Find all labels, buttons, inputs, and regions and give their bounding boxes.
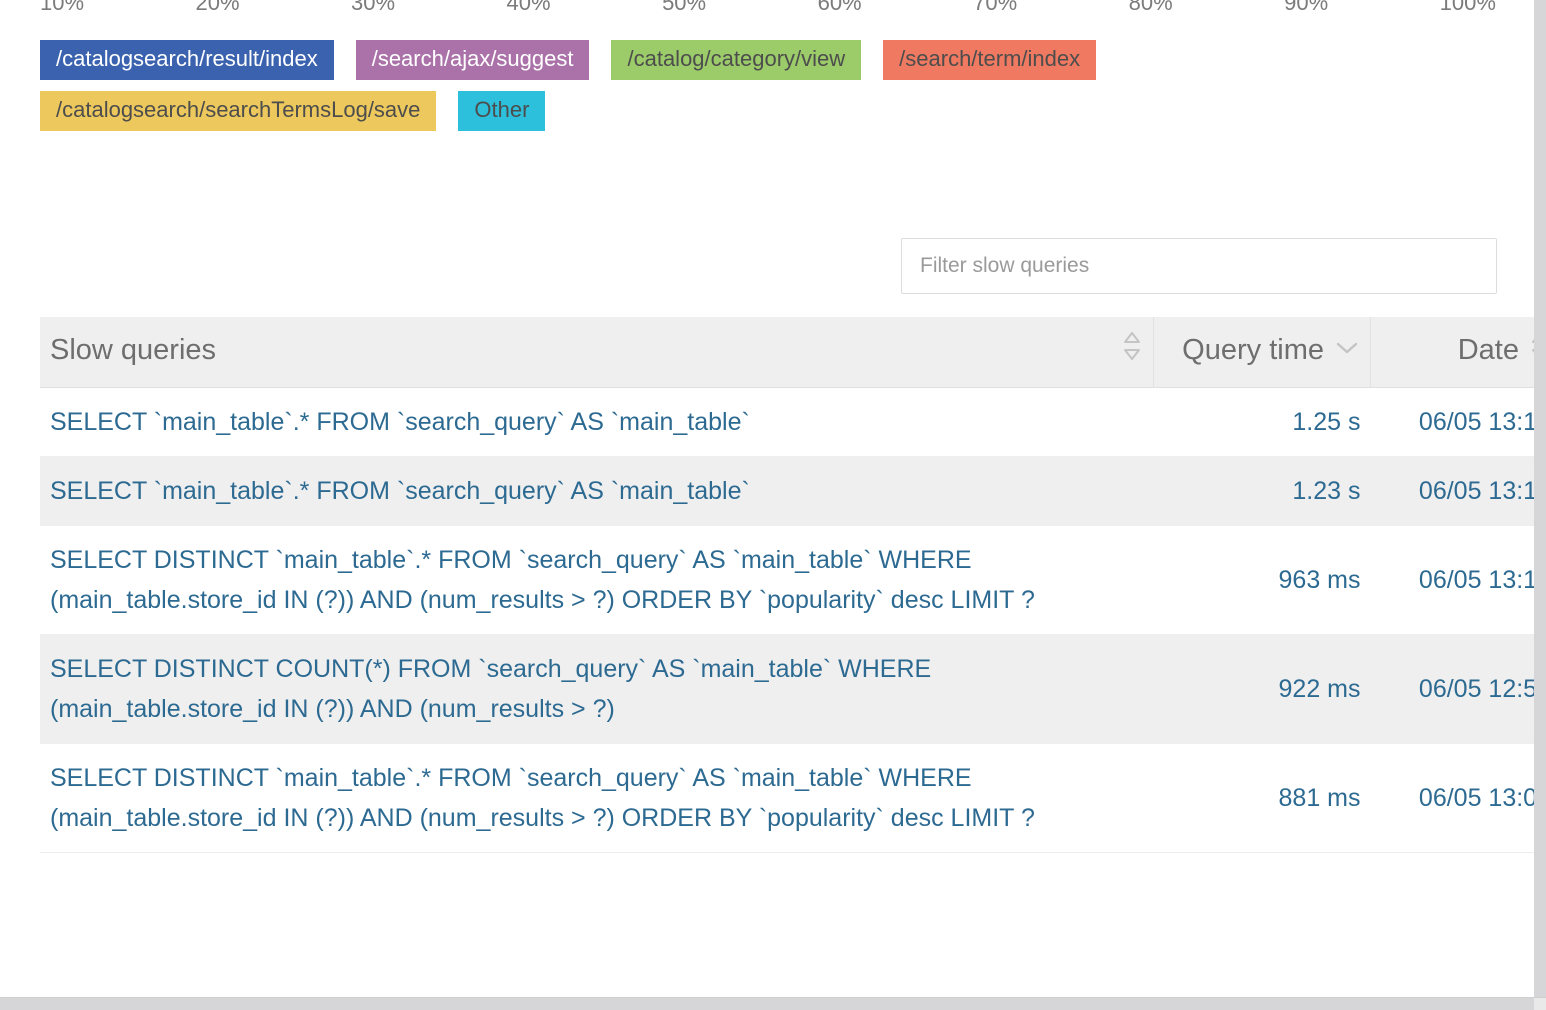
vertical-scrollbar[interactable]	[1534, 0, 1546, 998]
slow-query-text[interactable]: SELECT `main_table`.* FROM `search_query…	[40, 456, 1154, 526]
slow-queries-table-wrapper: Slow queries Query time Date SELECT `mai…	[40, 317, 1534, 853]
slow-query-date: 06/05 13:12	[1370, 525, 1534, 635]
legend-row: /catalogsearch/searchTermsLog/save Other	[40, 91, 1480, 131]
table-head: Slow queries Query time Date	[40, 317, 1534, 388]
filter-slow-queries-wrapper	[901, 238, 1497, 294]
table-header-row: Slow queries Query time Date	[40, 317, 1534, 388]
sort-updown-icon[interactable]	[1121, 329, 1143, 371]
scrollbar-corner	[1534, 998, 1546, 1010]
table-row[interactable]: SELECT DISTINCT COUNT(*) FROM `search_qu…	[40, 634, 1534, 744]
slow-query-time: 1.23 s	[1153, 456, 1371, 526]
axis-tick-label: 40%	[506, 0, 551, 15]
table-row[interactable]: SELECT `main_table`.* FROM `search_query…	[40, 456, 1534, 526]
legend-item[interactable]: /search/term/index	[883, 40, 1097, 80]
axis-tick-label: 60%	[817, 0, 862, 15]
legend-item[interactable]: /catalogsearch/searchTermsLog/save	[40, 91, 437, 131]
column-header-slow-queries[interactable]: Slow queries	[40, 317, 1154, 388]
axis-tick-label: 50%	[662, 0, 707, 15]
column-header-slow-queries-label: Slow queries	[50, 333, 217, 366]
column-header-date[interactable]: Date	[1370, 317, 1534, 388]
slow-query-text[interactable]: SELECT `main_table`.* FROM `search_query…	[40, 387, 1154, 457]
axis-tick-label: 100%	[1439, 0, 1496, 15]
table-row[interactable]: SELECT `main_table`.* FROM `search_query…	[40, 387, 1534, 457]
slow-query-date: 06/05 13:15	[1370, 456, 1534, 526]
column-header-query-time[interactable]: Query time	[1153, 317, 1371, 388]
slow-query-date: 06/05 13:14	[1370, 387, 1534, 457]
column-header-date-label: Date	[1457, 333, 1519, 366]
column-header-query-time-label: Query time	[1182, 333, 1324, 366]
table-row[interactable]: SELECT DISTINCT `main_table`.* FROM `sea…	[40, 743, 1534, 853]
slow-query-time: 1.25 s	[1153, 387, 1371, 457]
chart-legend: /catalogsearch/result/index/search/ajax/…	[40, 40, 1480, 142]
table-row[interactable]: SELECT DISTINCT `main_table`.* FROM `sea…	[40, 525, 1534, 635]
axis-tick-label: 30%	[351, 0, 396, 15]
axis-tick-label: 20%	[195, 0, 240, 15]
slow-query-text[interactable]: SELECT DISTINCT `main_table`.* FROM `sea…	[40, 525, 1154, 635]
axis-tick-label: 70%	[973, 0, 1018, 15]
slow-query-time: 922 ms	[1153, 634, 1371, 744]
chevron-down-icon[interactable]	[1334, 334, 1360, 367]
legend-item[interactable]: /catalog/category/view	[611, 40, 862, 80]
legend-item[interactable]: /catalogsearch/result/index	[40, 40, 334, 80]
page-viewport: 10% 20% 30% 40% 50% 60% 70% 80% 90% 100% /catalog…	[0, 0, 1534, 998]
chart-axis-tick-labels: 10% 20% 30% 40% 50% 60% 70% 80% 90% 100%	[40, 0, 1496, 15]
filter-slow-queries-input[interactable]	[901, 238, 1497, 294]
slow-queries-table: Slow queries Query time Date SELECT `mai…	[40, 317, 1534, 853]
horizontal-scrollbar[interactable]	[0, 997, 1546, 1010]
table-body: SELECT `main_table`.* FROM `search_query…	[40, 387, 1534, 853]
legend-item[interactable]: Other	[458, 91, 546, 131]
slow-query-text[interactable]: SELECT DISTINCT `main_table`.* FROM `sea…	[40, 743, 1154, 853]
slow-query-time: 881 ms	[1153, 743, 1371, 853]
slow-query-date: 06/05 13:04	[1370, 743, 1534, 853]
axis-tick-label: 10%	[40, 0, 85, 15]
legend-row: /catalogsearch/result/index/search/ajax/…	[40, 40, 1480, 80]
slow-query-text[interactable]: SELECT DISTINCT COUNT(*) FROM `search_qu…	[40, 634, 1154, 744]
axis-tick-label: 90%	[1284, 0, 1329, 15]
legend-item[interactable]: /search/ajax/suggest	[355, 40, 590, 80]
slow-query-time: 963 ms	[1153, 525, 1371, 635]
axis-tick-label: 80%	[1128, 0, 1173, 15]
slow-query-date: 06/05 12:55	[1370, 634, 1534, 744]
